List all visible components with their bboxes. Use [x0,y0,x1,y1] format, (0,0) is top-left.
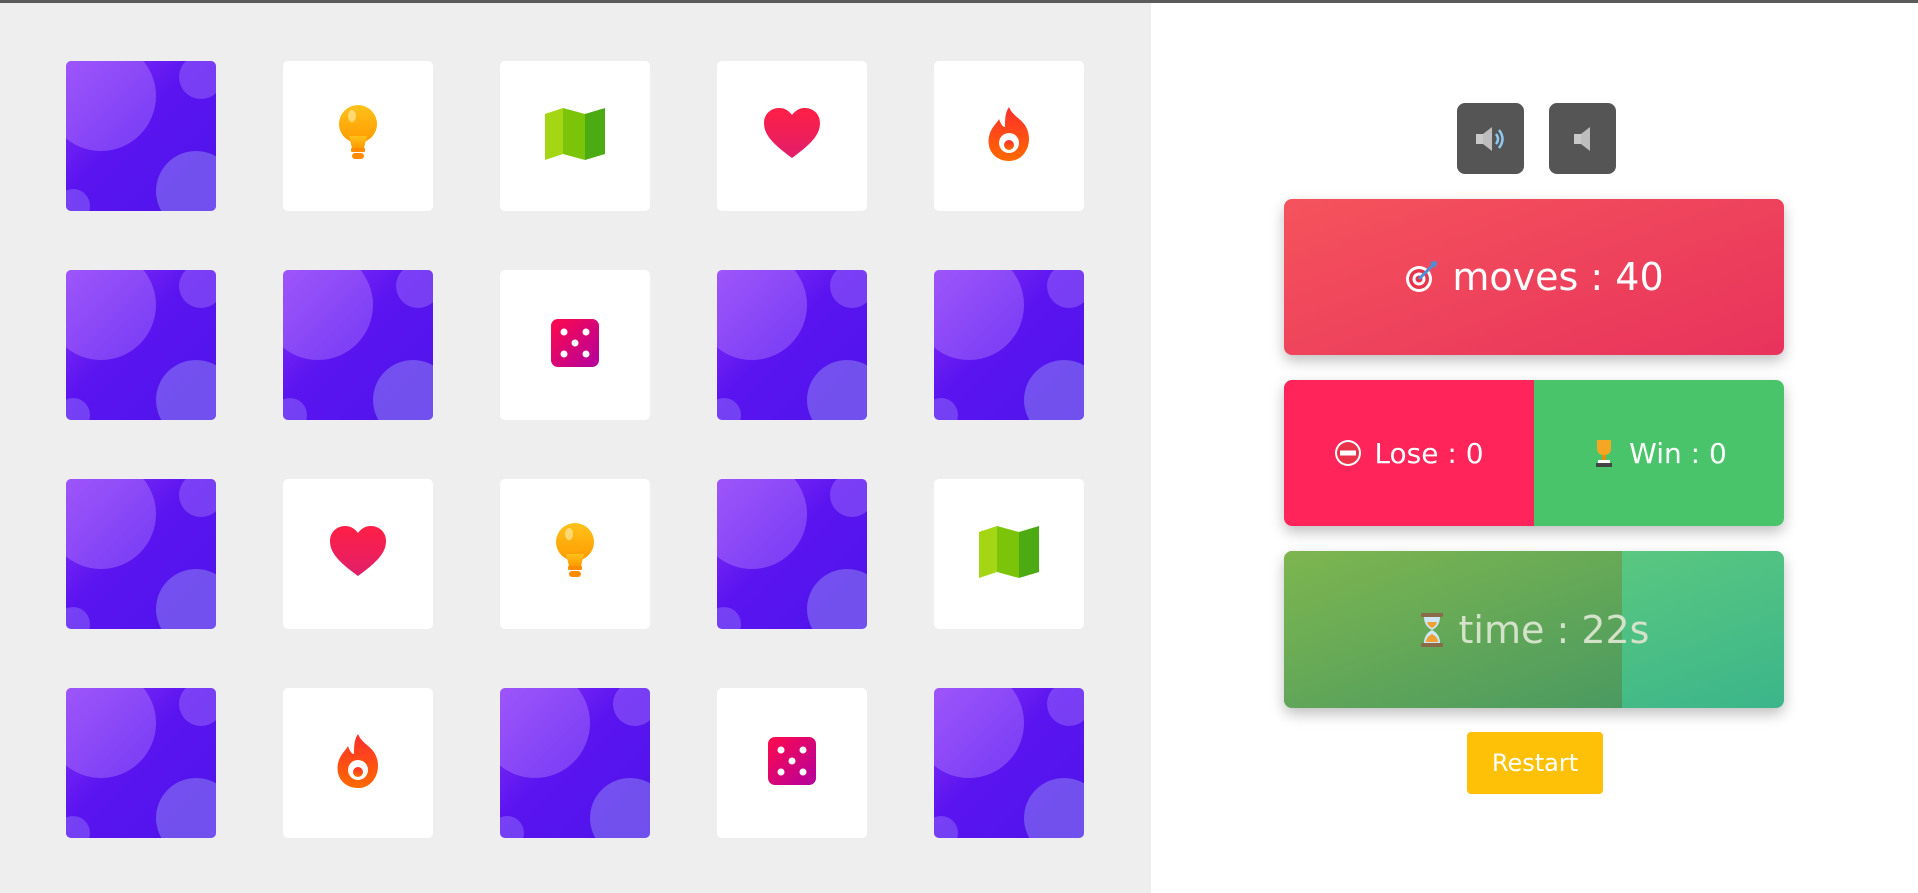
card-back-pattern [1047,270,1084,308]
card-back-pattern [179,688,216,726]
memory-card-revealed[interactable] [283,688,433,838]
fire-icon [332,732,384,794]
restart-button[interactable]: Restart [1467,732,1603,794]
memory-card-hidden[interactable] [66,688,216,838]
map-icon [543,108,607,164]
card-back-pattern [156,569,216,629]
dice-icon [767,736,817,790]
dice-icon [550,318,600,372]
memory-card-hidden[interactable] [66,61,216,211]
card-back-pattern [396,270,433,308]
card-back-pattern [66,270,156,360]
heart-icon [329,526,387,582]
memory-card-hidden[interactable] [66,270,216,420]
lightbulb-icon [553,522,597,586]
target-icon [1406,261,1438,292]
heart-icon [763,108,821,164]
card-back-pattern [590,778,650,838]
card-back-pattern [66,688,156,778]
lose-counter: Lose : 0 [1284,380,1534,526]
memory-card-hidden[interactable] [283,270,433,420]
card-back-pattern [66,189,90,211]
trophy-icon [1596,440,1613,467]
card-back-pattern [934,816,958,838]
no-entry-icon [1335,440,1362,466]
card-back-pattern [934,398,958,420]
card-back-pattern [66,479,156,569]
card-back-pattern [830,270,867,308]
card-back-pattern [66,607,90,629]
score-panel: Lose : 0 Win : 0 [1284,380,1784,526]
card-back-pattern [156,151,216,211]
fire-icon [983,105,1035,167]
map-icon [977,526,1041,582]
card-back-pattern [717,607,741,629]
time-label: time : 22s [1458,607,1650,652]
memory-card-revealed[interactable] [934,61,1084,211]
card-back-pattern [156,778,216,838]
card-back-pattern [717,270,807,360]
card-back-pattern [807,360,867,420]
moves-counter: moves : 40 [1284,199,1784,355]
card-back-pattern [66,816,90,838]
card-back-pattern [179,61,216,99]
memory-card-revealed[interactable] [500,479,650,629]
memory-card-hidden[interactable] [717,270,867,420]
card-back-pattern [283,270,373,360]
sound-on-button[interactable] [1457,103,1524,174]
card-back-pattern [613,688,650,726]
card-back-pattern [156,360,216,420]
memory-card-hidden[interactable] [717,479,867,629]
card-back-pattern [1024,360,1084,420]
card-back-pattern [1024,778,1084,838]
control-panel: moves : 40 Lose : 0 Win : 0 time: 22s R… [1151,3,1918,893]
card-back-pattern [807,569,867,629]
card-back-pattern [66,398,90,420]
memory-card-hidden[interactable] [66,479,216,629]
memory-card-revealed[interactable] [500,61,650,211]
memory-card-revealed[interactable] [283,61,433,211]
memory-card-revealed[interactable] [500,270,650,420]
memory-card-revealed[interactable] [283,479,433,629]
speaker-on-icon [1475,126,1504,151]
lose-label: Lose : 0 [1374,436,1484,470]
game-board [0,3,1151,893]
speaker-off-icon [1573,126,1590,151]
memory-card-revealed[interactable] [717,61,867,211]
card-back-pattern [717,398,741,420]
card-back-pattern [179,479,216,517]
timer: time : 22s [1284,551,1784,708]
memory-card-hidden[interactable] [500,688,650,838]
win-counter: Win : 0 [1534,380,1784,526]
card-back-pattern [934,688,1024,778]
card-back-pattern [179,270,216,308]
moves-label: moves : 40 [1452,255,1664,299]
card-back-pattern [283,398,307,420]
memory-card-revealed[interactable] [717,688,867,838]
memory-card-hidden[interactable] [934,270,1084,420]
card-back-pattern [717,479,807,569]
sound-off-button[interactable] [1549,103,1616,174]
memory-card-revealed[interactable] [934,479,1084,629]
card-back-pattern [500,816,524,838]
card-back-pattern [373,360,433,420]
card-back-pattern [934,270,1024,360]
card-back-pattern [500,688,590,778]
win-label: Win : 0 [1629,436,1727,470]
memory-card-hidden[interactable] [934,688,1084,838]
card-back-pattern [66,61,156,151]
card-back-pattern [830,479,867,517]
card-back-pattern [1047,688,1084,726]
lightbulb-icon [336,104,380,168]
hourglass-icon [1420,612,1443,647]
